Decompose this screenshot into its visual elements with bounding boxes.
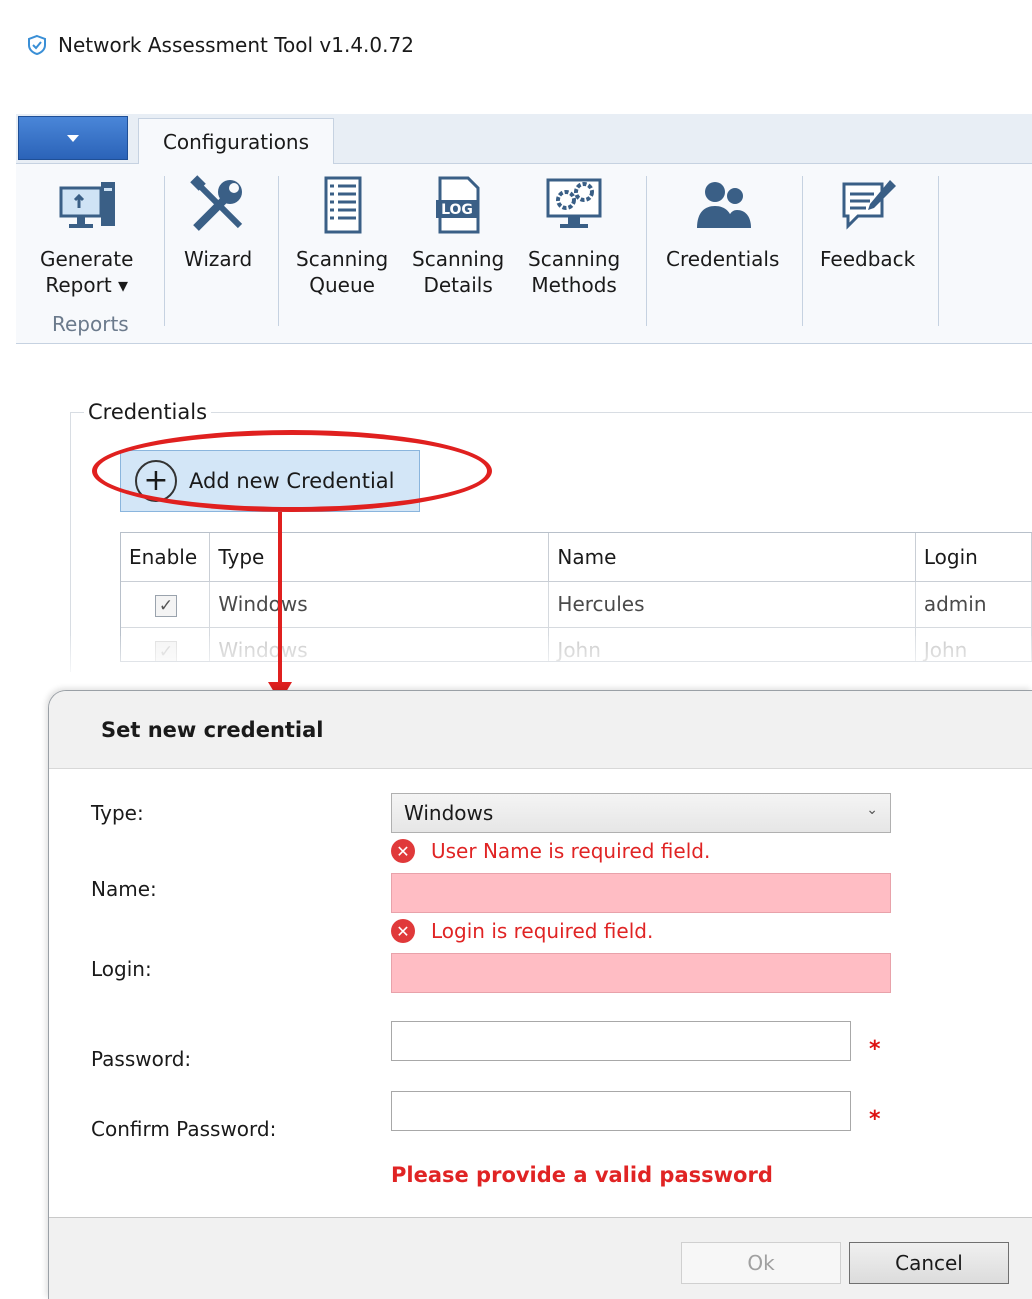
type-cell: Windows bbox=[209, 581, 550, 628]
monitor-gears-icon bbox=[546, 178, 602, 228]
generate-report-button[interactable]: Generate Report ▾ bbox=[40, 174, 133, 298]
annotation-ellipse bbox=[92, 430, 492, 512]
credentials-button[interactable]: Credentials bbox=[666, 174, 779, 272]
scanning-details-label-2: Details bbox=[423, 273, 493, 297]
confirm-password-required-marker: * bbox=[869, 1107, 881, 1132]
confirm-password-label: Confirm Password: bbox=[91, 1117, 277, 1141]
ribbon-separator bbox=[802, 176, 803, 326]
fade-overlay bbox=[0, 636, 1032, 686]
cancel-button[interactable]: Cancel bbox=[849, 1242, 1009, 1284]
dialog-title: Set new credential bbox=[49, 691, 1032, 769]
type-select-value: Windows bbox=[404, 801, 494, 825]
title-bar: Network Assessment Tool v1.4.0.72 bbox=[16, 10, 1032, 80]
column-header-type[interactable]: Type bbox=[209, 533, 550, 582]
annotation-arrow-line bbox=[278, 512, 282, 684]
ribbon-separator bbox=[938, 176, 939, 326]
tab-configurations[interactable]: Configurations bbox=[138, 118, 334, 165]
name-input[interactable] bbox=[391, 873, 891, 913]
name-label: Name: bbox=[91, 877, 157, 901]
wizard-label: Wizard bbox=[184, 247, 253, 271]
column-header-enable[interactable]: Enable bbox=[121, 533, 211, 582]
ribbon-separator bbox=[646, 176, 647, 326]
checklist-icon bbox=[324, 176, 362, 234]
type-label: Type: bbox=[91, 801, 144, 825]
password-validation-message: Please provide a valid password bbox=[391, 1163, 773, 1187]
generate-report-label-1: Generate bbox=[40, 247, 134, 271]
error-x-icon: ✕ bbox=[391, 839, 415, 863]
name-error-text: User Name is required field. bbox=[431, 839, 711, 863]
table-row[interactable]: ✓ Windows Hercules admin bbox=[121, 581, 1032, 628]
login-error-message: ✕ Login is required field. bbox=[391, 919, 653, 943]
credentials-section-label: Credentials bbox=[84, 400, 212, 424]
caret-down-icon bbox=[67, 134, 79, 142]
wrench-screwdriver-icon bbox=[190, 175, 243, 231]
log-file-icon: LOG bbox=[436, 176, 480, 234]
scanning-methods-button[interactable]: Scanning Methods bbox=[528, 174, 620, 298]
ok-button[interactable]: Ok bbox=[681, 1242, 841, 1284]
ribbon-separator bbox=[164, 176, 165, 326]
login-cell: admin bbox=[915, 581, 1032, 628]
scanning-methods-label-1: Scanning bbox=[528, 247, 621, 271]
feedback-edit-icon bbox=[842, 180, 896, 230]
enable-cell[interactable]: ✓ bbox=[121, 581, 211, 628]
login-input[interactable] bbox=[391, 953, 891, 993]
password-required-marker: * bbox=[869, 1037, 881, 1062]
chevron-down-icon: ⌄ bbox=[866, 802, 878, 818]
credentials-label: Credentials bbox=[666, 247, 780, 271]
column-header-name[interactable]: Name bbox=[548, 533, 916, 582]
scanning-details-button[interactable]: LOG Scanning Details bbox=[412, 174, 504, 298]
wizard-button[interactable]: Wizard bbox=[184, 174, 252, 272]
name-cell: Hercules bbox=[548, 581, 916, 628]
table-header-row: Enable Type Name Login bbox=[121, 533, 1032, 582]
column-header-login[interactable]: Login bbox=[915, 533, 1032, 582]
password-input[interactable] bbox=[391, 1021, 851, 1061]
scanning-details-label-1: Scanning bbox=[412, 247, 505, 271]
app-menu-button[interactable] bbox=[18, 116, 128, 160]
scanning-queue-label-1: Scanning bbox=[296, 247, 389, 271]
dialog-footer: Ok Cancel bbox=[49, 1217, 1032, 1299]
group-label-reports: Reports bbox=[52, 312, 129, 336]
main-window: Network Assessment Tool v1.4.0.72 Config… bbox=[16, 10, 1032, 672]
ribbon-separator bbox=[278, 176, 279, 326]
generate-report-label-2: Report ▾ bbox=[45, 273, 129, 297]
set-new-credential-dialog: Set new credential Type: Windows ⌄ ✕ Use… bbox=[48, 690, 1032, 1299]
type-select[interactable]: Windows ⌄ bbox=[391, 793, 891, 833]
report-monitor-icon bbox=[59, 182, 115, 228]
feedback-label: Feedback bbox=[820, 247, 916, 271]
name-error-message: ✕ User Name is required field. bbox=[391, 839, 710, 863]
scanning-methods-label-2: Methods bbox=[531, 273, 617, 297]
shield-check-icon bbox=[28, 34, 46, 56]
log-icon-text: LOG bbox=[441, 202, 473, 218]
users-icon bbox=[696, 182, 751, 228]
scanning-queue-button[interactable]: Scanning Queue bbox=[296, 174, 388, 298]
ribbon-body: Generate Report ▾ Reports Wizard Scannin… bbox=[16, 164, 1032, 344]
feedback-button[interactable]: Feedback bbox=[820, 174, 915, 272]
confirm-password-input[interactable] bbox=[391, 1091, 851, 1131]
error-x-icon: ✕ bbox=[391, 919, 415, 943]
password-label: Password: bbox=[91, 1047, 192, 1071]
login-label: Login: bbox=[91, 957, 152, 981]
enable-checkbox[interactable]: ✓ bbox=[155, 594, 177, 617]
scanning-queue-label-2: Queue bbox=[309, 273, 375, 297]
login-error-text: Login is required field. bbox=[431, 919, 654, 943]
window-title: Network Assessment Tool v1.4.0.72 bbox=[58, 33, 414, 57]
